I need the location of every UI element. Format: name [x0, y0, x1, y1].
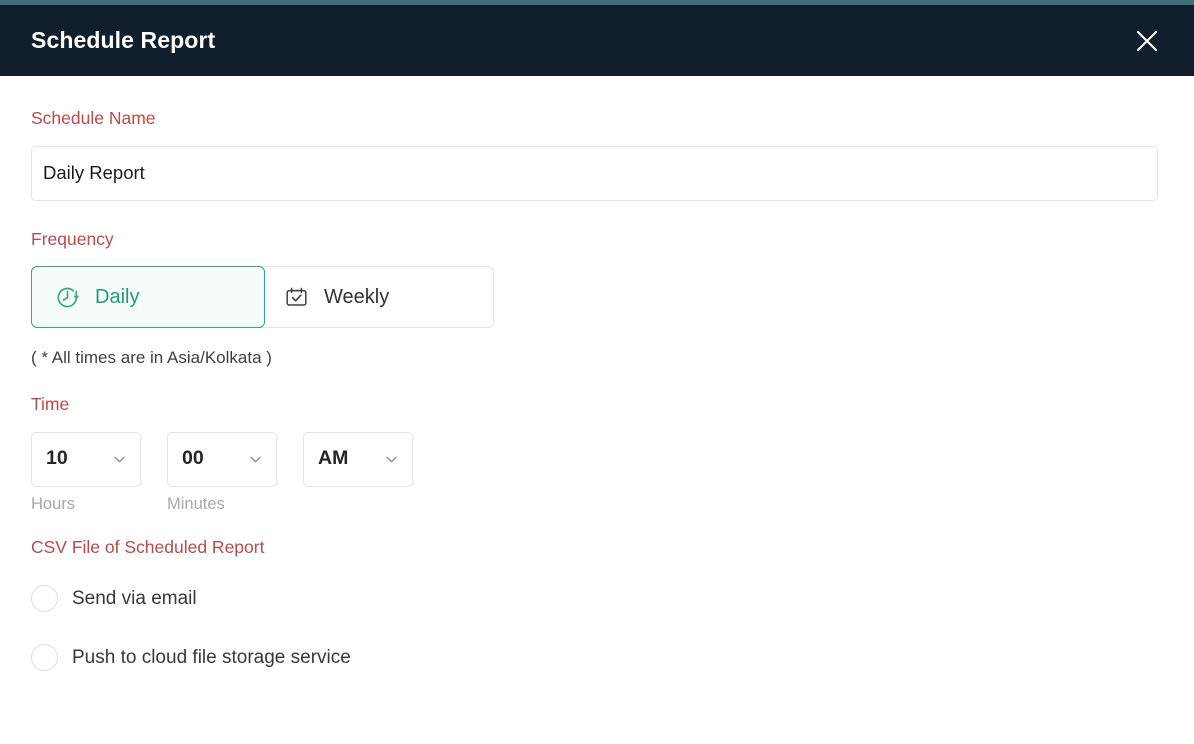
close-icon — [1134, 28, 1160, 54]
chevron-down-icon — [247, 451, 264, 468]
schedule-name-label: Schedule Name — [31, 110, 1163, 128]
schedule-name-input[interactable] — [31, 146, 1158, 201]
schedule-report-modal: Schedule Report Schedule Name Frequency — [0, 0, 1194, 744]
frequency-option-daily-label: Daily — [95, 286, 139, 309]
frequency-option-daily[interactable]: Daily — [31, 266, 265, 328]
csv-option-push-to-cloud-label: Push to cloud file storage service — [72, 648, 351, 667]
frequency-option-weekly[interactable]: Weekly — [260, 266, 494, 328]
radio-button-icon[interactable] — [31, 644, 58, 671]
radio-button-icon[interactable] — [31, 585, 58, 612]
chevron-down-icon — [383, 451, 400, 468]
clock-refresh-icon — [54, 284, 81, 311]
minutes-value: 00 — [182, 449, 204, 469]
schedule-name-section: Schedule Name — [31, 76, 1163, 201]
hours-select[interactable]: 10 — [31, 432, 141, 487]
meridiem-column: AM — [303, 432, 413, 513]
minutes-sub-label: Minutes — [167, 496, 277, 513]
csv-option-push-to-cloud[interactable]: Push to cloud file storage service — [31, 643, 1163, 673]
frequency-toggle-group: Daily Weekly — [31, 266, 494, 328]
page-title: Schedule Report — [31, 29, 215, 52]
csv-section: CSV File of Scheduled Report Send via em… — [31, 512, 1163, 673]
frequency-section: Frequency Daily — [31, 201, 1163, 367]
time-label: Time — [31, 396, 1163, 414]
meridiem-select[interactable]: AM — [303, 432, 413, 487]
calendar-check-icon — [283, 284, 310, 311]
meridiem-value: AM — [318, 449, 348, 469]
minutes-select[interactable]: 00 — [167, 432, 277, 487]
hours-column: 10 Hours — [31, 432, 141, 513]
close-button[interactable] — [1126, 20, 1168, 62]
frequency-option-weekly-label: Weekly — [324, 286, 389, 309]
hours-value: 10 — [46, 449, 68, 469]
modal-body: Schedule Name Frequency Daily — [0, 76, 1194, 744]
minutes-column: 00 Minutes — [167, 432, 277, 513]
chevron-down-icon — [111, 451, 128, 468]
csv-option-send-via-email[interactable]: Send via email — [31, 584, 1163, 614]
frequency-label: Frequency — [31, 231, 1163, 249]
timezone-note: ( * All times are in Asia/Kolkata ) — [31, 349, 1163, 366]
hours-sub-label: Hours — [31, 496, 141, 513]
csv-radio-group: Send via email Push to cloud file storag… — [31, 584, 1163, 673]
time-section: Time 10 Hours 00 — [31, 366, 1163, 512]
csv-label: CSV File of Scheduled Report — [31, 539, 1163, 557]
modal-header: Schedule Report — [0, 5, 1194, 76]
time-selectors: 10 Hours 00 — [31, 432, 1163, 513]
csv-option-send-via-email-label: Send via email — [72, 589, 197, 608]
